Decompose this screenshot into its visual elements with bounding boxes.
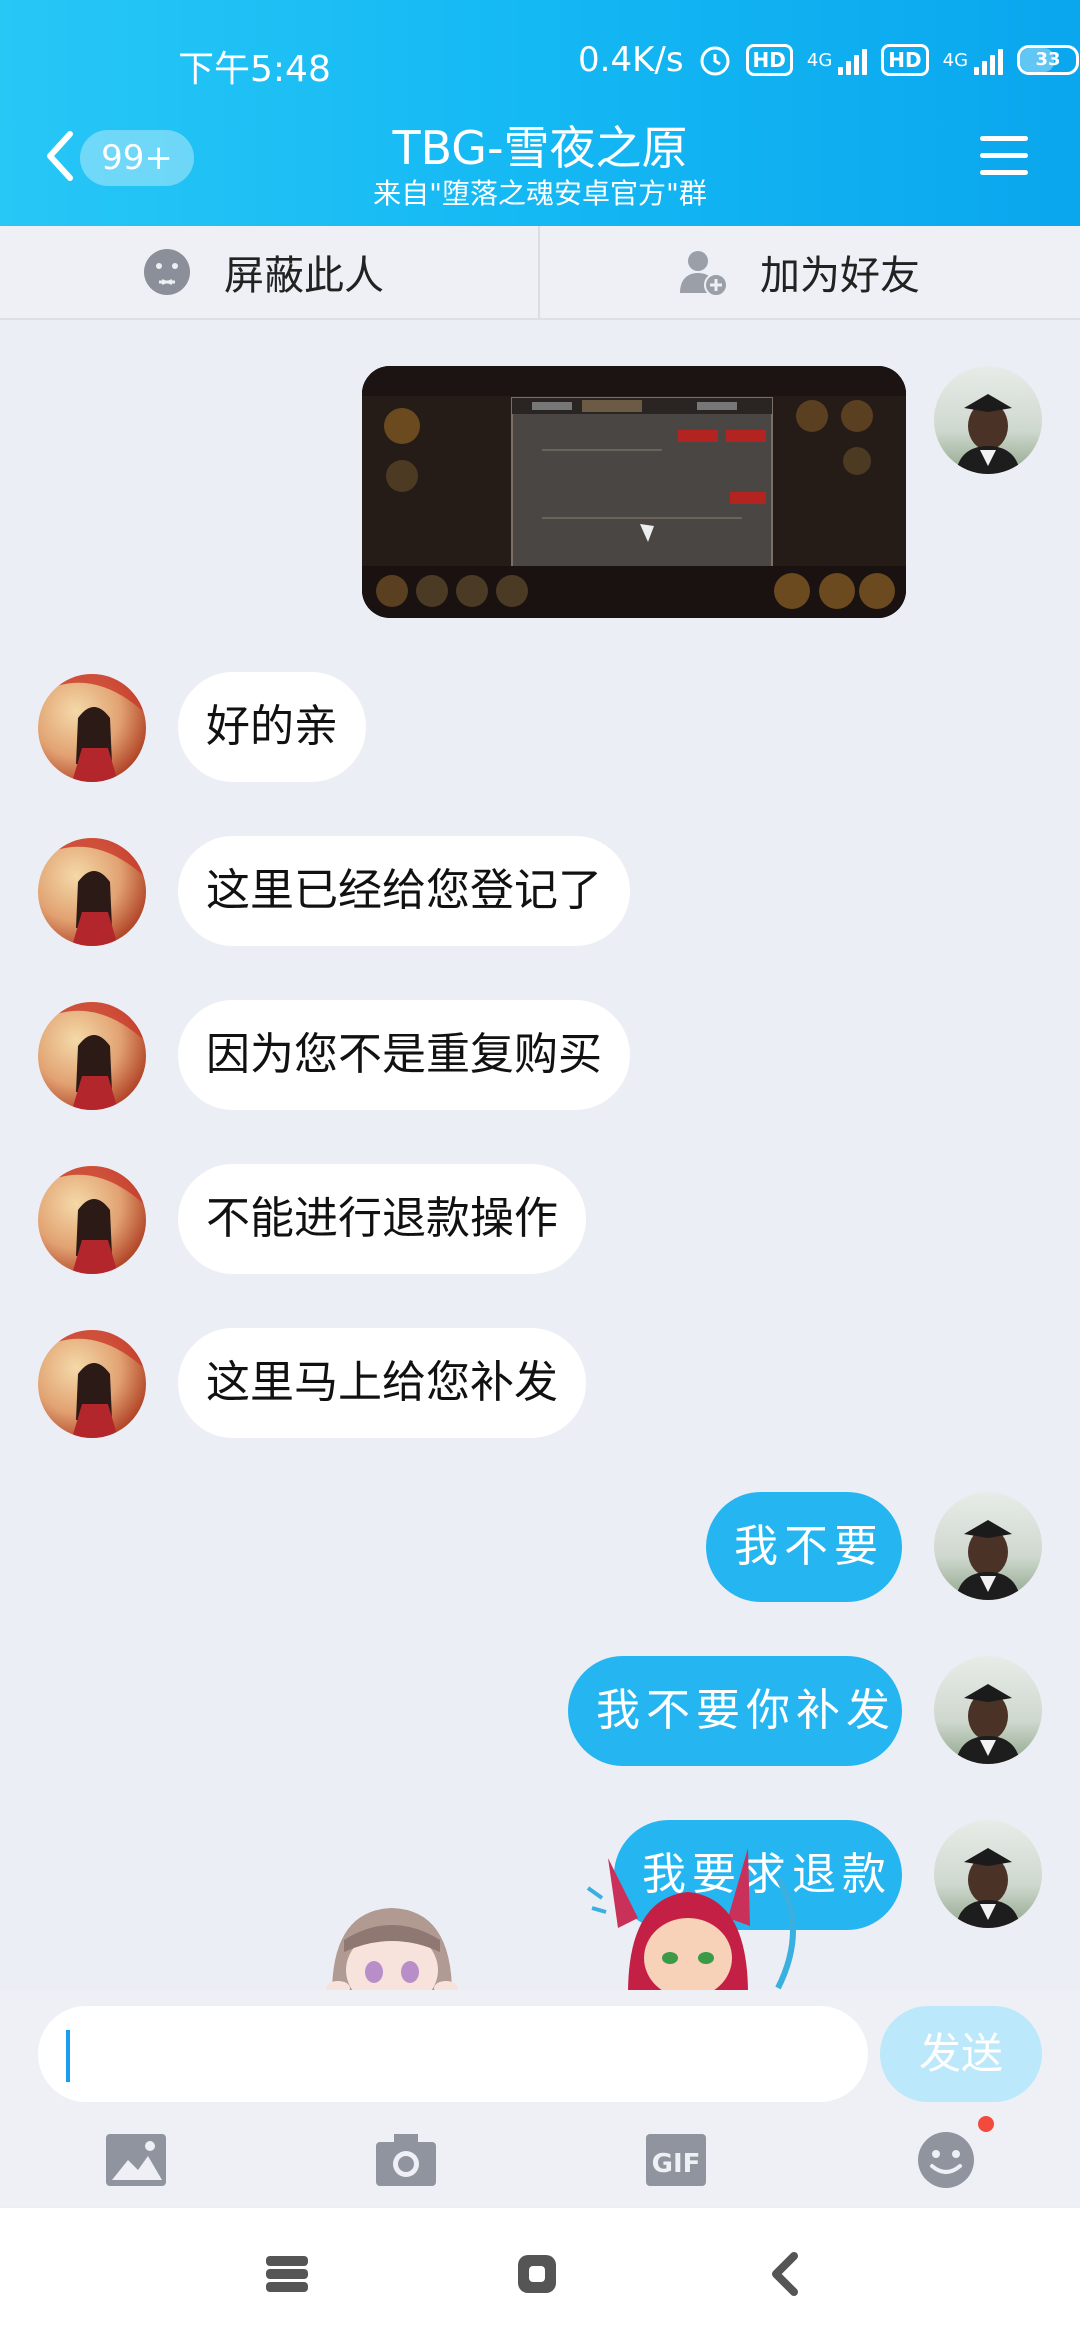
block-icon <box>144 249 190 295</box>
sender-avatar[interactable] <box>38 1002 146 1110</box>
game-screenshot-thumbnail <box>362 366 906 618</box>
avatar-image <box>38 838 146 946</box>
avatar-image <box>38 1166 146 1274</box>
avatar-image <box>956 1684 1020 1764</box>
text-caret <box>66 2030 70 2082</box>
image-icon[interactable] <box>104 2130 168 2190</box>
emoji-notification-dot <box>978 2116 994 2132</box>
alarm-icon <box>700 46 730 76</box>
my-avatar[interactable] <box>934 1820 1042 1928</box>
message-composer: 发送 GIF <box>0 1990 1080 2206</box>
fox-girl-sticker-decoration <box>586 1848 796 1994</box>
system-navigation-bar <box>0 2208 1080 2340</box>
block-user-button[interactable]: 屏蔽此人 <box>142 226 384 318</box>
add-friend-icon <box>680 251 728 297</box>
message-bubble-outgoing[interactable]: 我不要 <box>706 1492 902 1602</box>
home-icon[interactable] <box>512 2252 562 2296</box>
message-bubble-incoming[interactable]: 因为您不是重复购买 <box>178 1000 630 1110</box>
camera-icon[interactable] <box>374 2130 438 2190</box>
svg-text:GIF: GIF <box>652 2149 701 2179</box>
hd-badge-1: HD <box>745 44 793 76</box>
sender-avatar[interactable] <box>38 1330 146 1438</box>
sender-avatar[interactable] <box>38 1166 146 1274</box>
avatar-image <box>38 1002 146 1110</box>
chat-title: TBG-雪夜之原 <box>392 121 688 175</box>
sender-avatar[interactable] <box>38 838 146 946</box>
hd-badge-2: HD <box>881 44 929 76</box>
avatar-image <box>38 674 146 782</box>
message-bubble-incoming[interactable]: 这里马上给您补发 <box>178 1328 586 1438</box>
add-friend-button[interactable]: 加为好友 <box>678 226 920 318</box>
chat-header: 下午5:48 0.4K/s HD 4G HD 4G 33 99+ TBG-雪夜之… <box>0 0 1080 226</box>
avatar-image <box>38 1330 146 1438</box>
message-input[interactable] <box>38 2006 868 2102</box>
action-divider <box>538 226 540 318</box>
add-friend-label: 加为好友 <box>760 253 920 299</box>
image-message[interactable] <box>362 366 906 618</box>
gif-icon[interactable]: GIF <box>644 2130 708 2190</box>
battery-icon: 33 <box>1017 45 1080 75</box>
girl-sticker-decoration <box>326 1908 458 1994</box>
menu-icon[interactable] <box>980 136 1028 180</box>
battery-level: 33 <box>1035 49 1061 70</box>
back-icon[interactable] <box>762 2252 812 2296</box>
sender-avatar[interactable] <box>38 674 146 782</box>
status-time: 下午5:48 <box>178 49 331 90</box>
signal-icon-1 <box>838 45 868 75</box>
chat-subtitle: 来自"堕落之魂安卓官方"群 <box>373 177 707 210</box>
my-avatar[interactable] <box>934 1492 1042 1600</box>
emoji-icon[interactable] <box>914 2130 978 2190</box>
message-bubble-outgoing[interactable]: 我不要你补发 <box>568 1656 902 1766</box>
avatar-image <box>956 1848 1020 1928</box>
send-button[interactable]: 发送 <box>880 2006 1042 2102</box>
signal-icon-2 <box>974 45 1004 75</box>
message-bubble-incoming[interactable]: 好的亲 <box>178 672 366 782</box>
network-type-1: 4G <box>806 49 833 71</box>
stranger-action-bar: 屏蔽此人 加为好友 <box>0 226 1080 320</box>
network-type-2: 4G <box>942 49 969 71</box>
status-bar: 下午5:48 0.4K/s HD 4G HD 4G 33 <box>0 0 1080 120</box>
net-speed: 0.4K/s <box>578 40 684 80</box>
recent-apps-icon[interactable] <box>262 2252 312 2296</box>
message-bubble-incoming[interactable]: 这里已经给您登记了 <box>178 836 630 946</box>
avatar-image <box>956 394 1020 474</box>
message-bubble-incoming[interactable]: 不能进行退款操作 <box>178 1164 586 1274</box>
avatar-image <box>956 1520 1020 1600</box>
block-user-label: 屏蔽此人 <box>224 253 384 299</box>
status-indicators: 0.4K/s HD 4G HD 4G 33 <box>578 40 1080 80</box>
my-avatar[interactable] <box>934 366 1042 474</box>
my-avatar[interactable] <box>934 1656 1042 1764</box>
